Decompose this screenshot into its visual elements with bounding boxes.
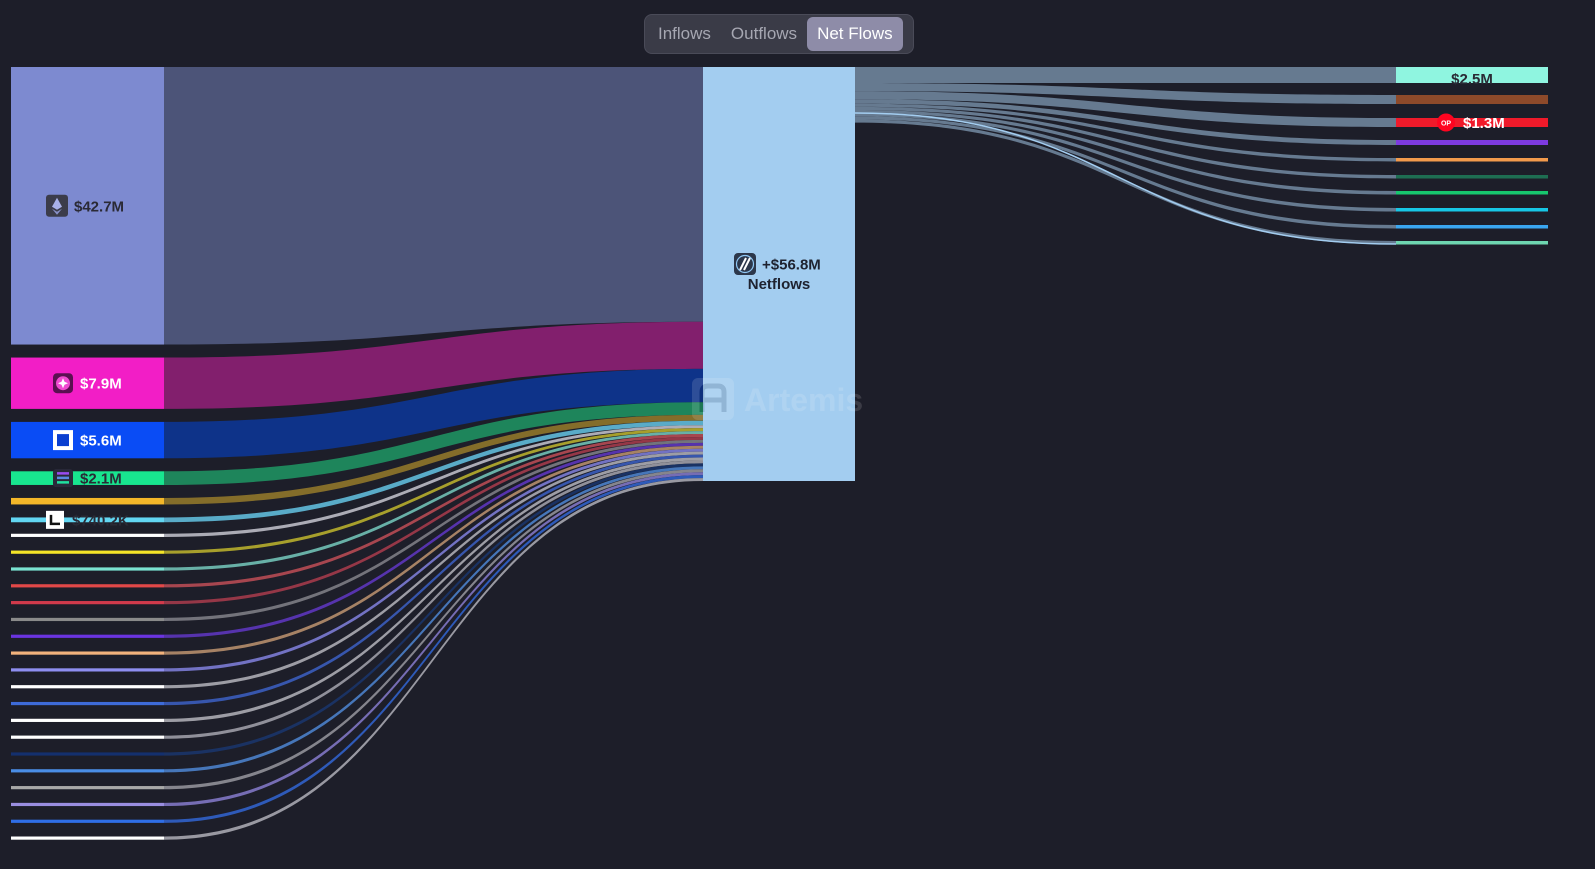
output-nodes: $2.5M OP $1.3M xyxy=(1396,67,1548,245)
artemis-watermark: Artemis xyxy=(692,378,863,420)
outflow-links xyxy=(854,67,1397,245)
source-node[interactable] xyxy=(11,786,164,790)
output-value-label: $2.5M xyxy=(1451,71,1493,88)
source-node[interactable] xyxy=(11,769,164,773)
source-node[interactable] xyxy=(11,802,164,807)
source-node[interactable] xyxy=(11,533,164,537)
svg-text:OP: OP xyxy=(1441,121,1451,128)
source-label-group: $42.7M xyxy=(46,194,124,217)
star-badge-icon xyxy=(53,373,73,394)
source-value-label: $740.2K xyxy=(72,512,129,529)
source-label-group: $2.1M xyxy=(53,469,122,488)
source-label-group: $5.6M xyxy=(53,430,122,451)
source-node[interactable] xyxy=(11,634,164,638)
source-node[interactable] xyxy=(11,668,164,672)
outflow-link xyxy=(855,67,1396,83)
source-value-label: $5.6M xyxy=(80,433,122,450)
sankey-chart: $42.7M $7.9M $5.6M $2.1M $740.2K +$56.8M Netf… xyxy=(11,67,1548,840)
source-value-label: $2.1M xyxy=(80,471,122,488)
output-node[interactable] xyxy=(1396,241,1548,245)
output-node[interactable] xyxy=(1396,191,1548,195)
source-node[interactable] xyxy=(11,718,164,722)
source-node[interactable] xyxy=(11,701,164,706)
output-label-group: OP $1.3M xyxy=(1437,113,1505,132)
solana-logo-icon xyxy=(53,469,73,488)
optimism-logo-icon: OP xyxy=(1437,113,1455,132)
source-node[interactable] xyxy=(11,617,164,622)
source-node[interactable] xyxy=(11,497,164,505)
target-value-label: +$56.8M xyxy=(762,257,821,274)
output-node[interactable] xyxy=(1396,140,1548,145)
output-node[interactable] xyxy=(1396,225,1548,229)
source-nodes: $42.7M $7.9M $5.6M $2.1M $740.2K xyxy=(11,67,164,840)
output-node[interactable] xyxy=(1396,95,1548,104)
square-logo-icon xyxy=(53,430,73,451)
inflow-link xyxy=(164,472,703,807)
source-node[interactable] xyxy=(11,550,164,554)
source-node[interactable] xyxy=(11,601,164,605)
source-node[interactable] xyxy=(11,651,164,655)
source-node[interactable] xyxy=(11,567,164,571)
target-sublabel: Netflows xyxy=(748,276,811,293)
source-value-label: $42.7M xyxy=(74,198,124,215)
artemis-watermark-text: Artemis xyxy=(744,382,863,418)
arbitrum-logo-icon xyxy=(734,253,756,275)
inflow-links xyxy=(164,67,703,840)
source-value-label: $7.9M xyxy=(80,376,122,393)
source-label-group: $7.9M xyxy=(53,373,122,394)
source-node[interactable] xyxy=(11,685,164,689)
source-node[interactable] xyxy=(11,819,164,823)
source-node[interactable] xyxy=(11,752,164,756)
inflow-link xyxy=(164,67,703,345)
outflow-link xyxy=(855,113,1396,212)
source-node[interactable] xyxy=(11,584,164,588)
ethereum-logo-icon xyxy=(46,194,68,217)
output-node[interactable] xyxy=(1396,208,1548,212)
outflow-link xyxy=(855,119,1396,245)
source-node[interactable] xyxy=(11,836,164,840)
source-label-group: $740.2K xyxy=(46,510,129,529)
output-node[interactable] xyxy=(1396,175,1548,179)
linea-logo-icon xyxy=(46,510,64,529)
inflow-link xyxy=(164,475,703,823)
source-node[interactable] xyxy=(11,735,164,739)
output-value-label: $1.3M xyxy=(1463,115,1505,132)
output-label-group: $2.5M xyxy=(1451,71,1493,88)
output-node[interactable] xyxy=(1396,158,1548,162)
